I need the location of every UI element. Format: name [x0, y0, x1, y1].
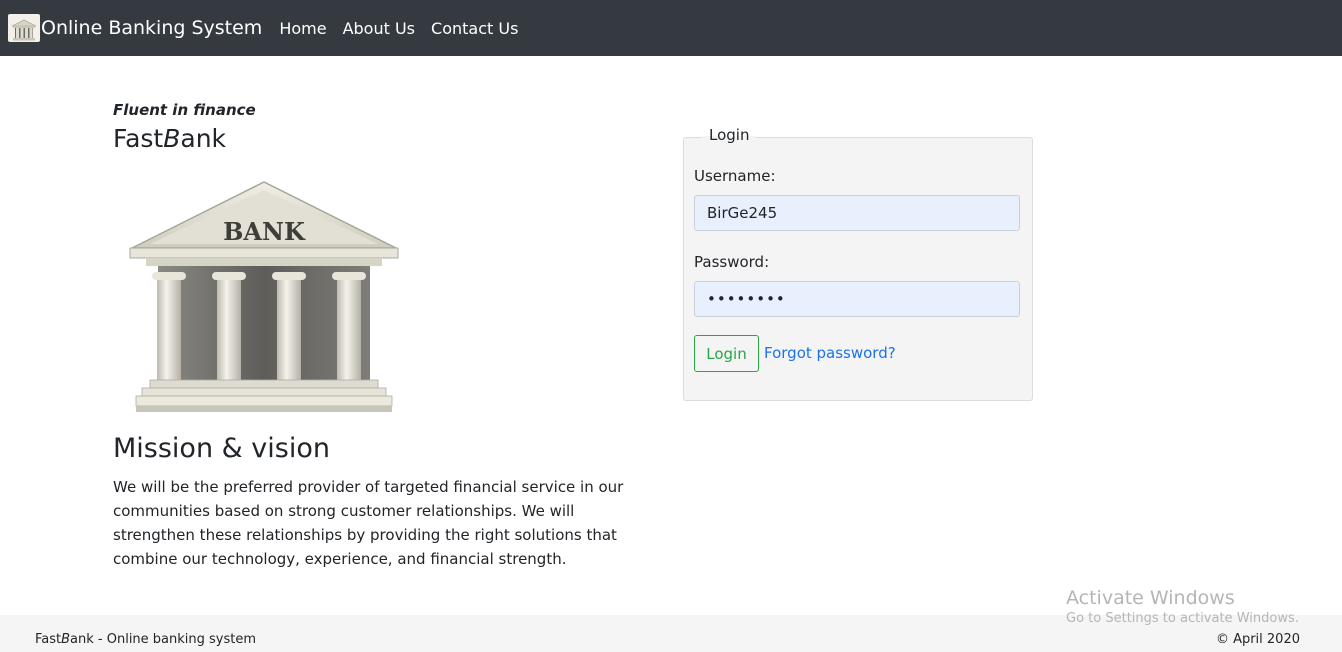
bank-sign-text: BANK [223, 217, 306, 246]
bank-building-icon [8, 14, 40, 42]
brand-title: Online Banking System [41, 17, 263, 39]
activate-windows-watermark: Activate Windows Go to Settings to activ… [1066, 587, 1299, 626]
footer-brand-prefix: Fast [35, 632, 62, 647]
login-legend: Login [702, 126, 757, 144]
bank-name-suffix: ank [180, 124, 227, 153]
watermark-subtitle: Go to Settings to activate Windows. [1066, 611, 1299, 626]
username-input[interactable]: BirGe245 [694, 195, 1020, 231]
forgot-password-link[interactable]: Forgot password? [764, 344, 896, 362]
brand-link[interactable]: Online Banking System [8, 14, 262, 42]
nav-link-about-us[interactable]: About Us [343, 19, 415, 38]
footer-brand-suffix: ank - Online banking system [70, 632, 257, 647]
password-input[interactable]: •••••••• [694, 281, 1020, 317]
watermark-title: Activate Windows [1066, 587, 1235, 609]
nav-link-contact-us[interactable]: Contact Us [431, 19, 518, 38]
tagline: Fluent in finance [113, 101, 256, 119]
bank-name-b: B [163, 124, 181, 153]
nav-links: Home About Us Contact Us [279, 19, 534, 38]
password-label: Password: [694, 253, 770, 271]
username-label: Username: [694, 167, 776, 185]
footer-brand: FastBank - Online banking system [35, 632, 256, 647]
bank-name-heading: FastBank [113, 124, 226, 153]
footer-copyright: © April 2020 [1215, 632, 1300, 647]
login-button[interactable]: Login [694, 335, 759, 372]
bank-name-prefix: Fast [113, 124, 164, 153]
bank-building-image: BANK [128, 178, 400, 418]
mission-title: Mission & vision [113, 433, 330, 464]
login-form: Login Username: BirGe245 Password: •••••… [683, 126, 1033, 401]
footer-brand-b: B [61, 632, 71, 647]
navbar: Online Banking System Home About Us Cont… [0, 0, 1342, 56]
nav-link-home[interactable]: Home [279, 19, 326, 38]
mission-text: We will be the preferred provider of tar… [113, 478, 624, 568]
